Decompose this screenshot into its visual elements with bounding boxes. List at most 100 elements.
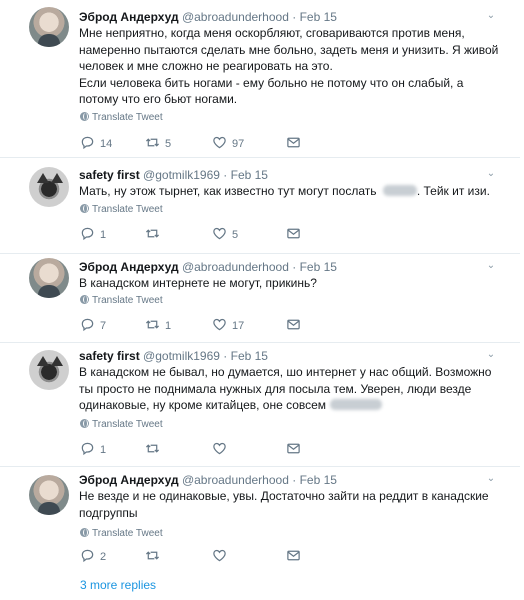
reply-button[interactable]: 1: [80, 226, 106, 242]
chevron-down-icon[interactable]: ⌄: [485, 10, 497, 22]
tweet-actions: 1: [80, 441, 380, 457]
tweet[interactable]: Эброд Андерхуд @abroadunderhood · Feb 15…: [0, 467, 520, 570]
tweet-text-part: одинаковые, ну кроме китайцев, оне совсе…: [79, 398, 327, 412]
retweet-button[interactable]: 5: [145, 135, 171, 151]
avatar[interactable]: [29, 7, 69, 47]
retweet-button[interactable]: [145, 226, 165, 242]
tweet-actions: 2: [80, 548, 380, 564]
tweet-text-line: потому что его бьют ногами.: [79, 92, 238, 106]
envelope-icon: [287, 550, 300, 561]
tweet-date[interactable]: Feb 15: [300, 473, 337, 487]
retweet-button[interactable]: 1: [145, 317, 171, 333]
tweet[interactable]: Эброд Андерхуд @abroadunderhood · Feb 15…: [0, 254, 520, 343]
tweet-date[interactable]: Feb 15: [231, 168, 268, 182]
translate-tweet-link[interactable]: Translate Tweet: [80, 295, 163, 307]
tweet-date[interactable]: Feb 15: [300, 10, 337, 24]
user-handle[interactable]: @abroadunderhood: [182, 473, 289, 487]
tweet-date[interactable]: Feb 15: [231, 349, 268, 363]
tweet-text-line: Не везде и не одинаковые, увы. Достаточн…: [79, 489, 489, 503]
tweet-header: safety first @gotmilk1969 · Feb 15: [79, 167, 268, 183]
user-handle[interactable]: @abroadunderhood: [182, 260, 289, 274]
tweet-text-line: подгруппы: [79, 505, 138, 520]
like-count: 17: [232, 320, 245, 332]
tweet-header: Эброд Андерхуд @abroadunderhood · Feb 15: [79, 259, 337, 275]
tweet-text-line: Мне неприятно, когда меня оскорбляют, сг…: [79, 26, 465, 40]
like-button[interactable]: [212, 548, 232, 564]
reply-icon: [81, 318, 94, 332]
translate-label: Translate Tweet: [92, 204, 163, 215]
reply-button[interactable]: 1: [80, 441, 106, 457]
tweet-date[interactable]: Feb 15: [300, 260, 337, 274]
blurred-text: [330, 399, 383, 410]
avatar[interactable]: [29, 258, 69, 298]
heart-icon: [213, 442, 226, 455]
avatar[interactable]: [29, 167, 69, 207]
globe-icon: [80, 204, 89, 213]
retweet-icon: [145, 138, 160, 147]
envelope-icon: [287, 319, 300, 330]
heart-icon: [213, 549, 226, 562]
retweet-button[interactable]: [145, 441, 165, 457]
like-count: 5: [232, 229, 239, 241]
like-button[interactable]: 5: [212, 226, 238, 242]
display-name[interactable]: Эброд Андерхуд: [79, 473, 179, 487]
like-button[interactable]: [212, 441, 232, 457]
retweet-icon: [145, 229, 160, 238]
more-replies-link[interactable]: 3 more replies: [80, 578, 156, 592]
reply-count: 1: [100, 229, 107, 241]
heart-icon: [213, 136, 226, 149]
reply-button[interactable]: 7: [80, 317, 106, 333]
tweet-text-line: Если человека бить ногами - ему больно н…: [79, 75, 464, 90]
reply-button[interactable]: 14: [80, 135, 112, 151]
separator-dot: ·: [223, 349, 228, 363]
display-name[interactable]: safety first: [79, 168, 140, 182]
translate-tweet-link[interactable]: Translate Tweet: [80, 112, 163, 124]
user-handle[interactable]: @gotmilk1969: [143, 349, 220, 363]
reply-button[interactable]: 2: [80, 548, 106, 564]
tweet-text-line: В канадском интернете не могут, прикинь?: [79, 276, 317, 290]
tweet-header: safety first @gotmilk1969 · Feb 15: [79, 348, 268, 364]
globe-icon: [80, 295, 89, 304]
like-button[interactable]: 17: [212, 317, 244, 333]
user-handle[interactable]: @abroadunderhood: [182, 10, 289, 24]
chevron-down-icon[interactable]: ⌄: [485, 473, 497, 485]
user-handle[interactable]: @gotmilk1969: [143, 168, 220, 182]
heart-icon: [213, 318, 226, 331]
message-button[interactable]: [286, 441, 301, 457]
retweet-button[interactable]: [145, 548, 165, 564]
message-button[interactable]: [286, 317, 301, 333]
tweet-text-line: человек и мне сложно не реагировать на э…: [79, 59, 333, 73]
tweet-actions: 14 5 97: [80, 135, 380, 151]
display-name[interactable]: Эброд Андерхуд: [79, 260, 179, 274]
tweet-text: В канадском интернете не могут, прикинь?: [79, 275, 509, 292]
avatar[interactable]: [29, 475, 69, 515]
reply-icon: [81, 549, 94, 563]
translate-label: Translate Tweet: [92, 295, 163, 306]
reply-count: 2: [100, 551, 107, 563]
chevron-down-icon[interactable]: ⌄: [485, 260, 497, 272]
display-name[interactable]: Эброд Андерхуд: [79, 10, 179, 24]
message-button[interactable]: [286, 135, 301, 151]
display-name[interactable]: safety first: [79, 349, 140, 363]
tweet-thread: Эброд Андерхуд @abroadunderhood · Feb 15…: [0, 0, 524, 600]
tweet-text-line: ты просто не поднимала нужных для посыла…: [79, 381, 472, 396]
tweet[interactable]: Эброд Андерхуд @abroadunderhood · Feb 15…: [0, 0, 520, 158]
retweet-count: 5: [165, 138, 172, 150]
reply-count: 1: [100, 444, 107, 456]
reply-count: 14: [100, 138, 113, 150]
chevron-down-icon[interactable]: ⌄: [485, 349, 497, 361]
message-button[interactable]: [286, 548, 301, 564]
heart-icon: [213, 227, 226, 240]
translate-tweet-link[interactable]: Translate Tweet: [80, 528, 163, 540]
separator-dot: ·: [292, 473, 297, 487]
avatar[interactable]: [29, 350, 69, 390]
translate-tweet-link[interactable]: Translate Tweet: [80, 204, 163, 216]
tweet[interactable]: safety first @gotmilk1969 · Feb 15 ⌄ Мат…: [0, 158, 520, 254]
translate-tweet-link[interactable]: Translate Tweet: [80, 419, 163, 431]
blurred-text: [382, 185, 417, 196]
tweet-text: Не везде и не одинаковые, увы. Достаточн…: [79, 488, 509, 521]
like-button[interactable]: 97: [212, 135, 244, 151]
tweet[interactable]: safety first @gotmilk1969 · Feb 15 ⌄ В к…: [0, 343, 520, 467]
message-button[interactable]: [286, 226, 301, 242]
chevron-down-icon[interactable]: ⌄: [485, 168, 497, 180]
